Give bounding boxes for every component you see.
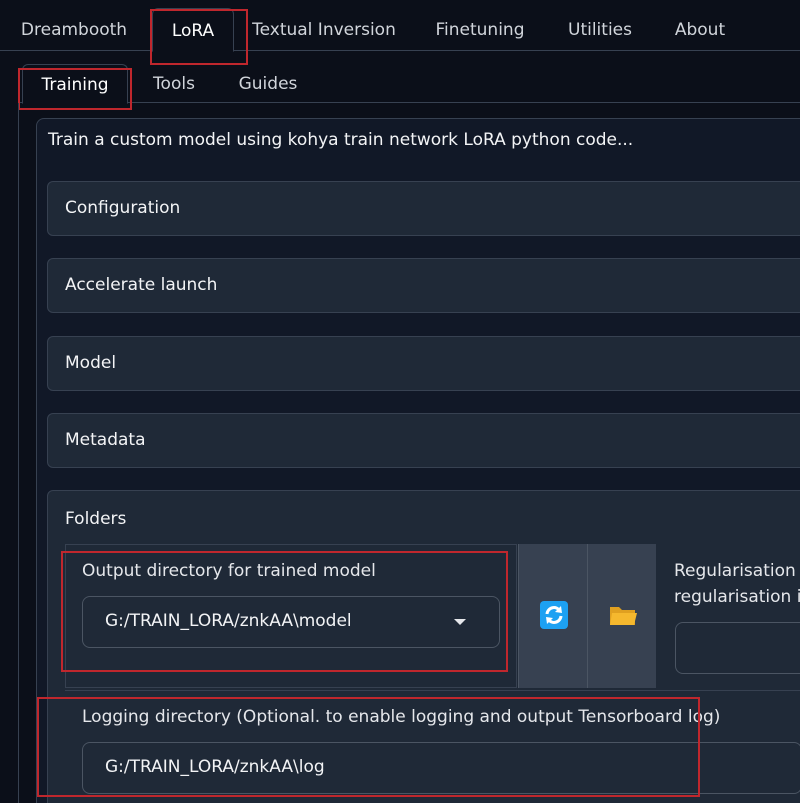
tab-training[interactable]: Training — [22, 64, 128, 104]
main-tab-bar: Dreambooth LoRA Textual Inversion Finetu… — [0, 0, 800, 52]
tab-lora[interactable]: LoRA — [152, 8, 234, 52]
regularisation-label-line2: regularisation ir — [674, 587, 800, 607]
logging-directory-label: Logging directory (Optional. to enable l… — [82, 707, 721, 727]
accordion-label: Model — [65, 353, 117, 373]
output-directory-dropdown[interactable]: G:/TRAIN_LORA/znkAA\model — [82, 596, 500, 648]
tab-guides[interactable]: Guides — [228, 64, 308, 102]
tab-dreambooth[interactable]: Dreambooth — [12, 8, 136, 50]
panel-description: Train a custom model using kohya train n… — [48, 130, 634, 150]
regularisation-directory-input[interactable] — [675, 622, 800, 674]
accordion-accelerate-launch[interactable]: Accelerate launch — [47, 258, 800, 313]
tab-utilities[interactable]: Utilities — [556, 8, 644, 50]
accordion-folders-title[interactable]: Folders — [65, 509, 126, 529]
refresh-button[interactable] — [518, 544, 587, 688]
sub-tab-bar: Training Tools Guides — [18, 58, 800, 104]
accordion-model[interactable]: Model — [47, 336, 800, 391]
output-directory-value: G:/TRAIN_LORA/znkAA\model — [105, 611, 352, 631]
accordion-configuration[interactable]: Configuration — [47, 181, 800, 236]
accordion-metadata[interactable]: Metadata — [47, 413, 800, 468]
tab-textual-inversion[interactable]: Textual Inversion — [248, 8, 400, 50]
accordion-label: Metadata — [65, 430, 146, 450]
chevron-down-icon — [454, 619, 466, 625]
output-directory-label: Output directory for trained model — [82, 561, 376, 581]
logging-directory-input[interactable]: G:/TRAIN_LORA/znkAA\log — [82, 742, 800, 794]
open-folder-button[interactable] — [587, 544, 656, 688]
accordion-label: Accelerate launch — [65, 275, 218, 295]
folder-icon — [610, 607, 637, 625]
refresh-icon — [540, 601, 568, 629]
tab-tools[interactable]: Tools — [142, 64, 206, 102]
app-root: Dreambooth LoRA Textual Inversion Finetu… — [0, 0, 800, 803]
tab-finetuning[interactable]: Finetuning — [424, 8, 536, 50]
accordion-label: Configuration — [65, 198, 181, 218]
tab-about[interactable]: About — [664, 8, 736, 50]
logging-directory-value: G:/TRAIN_LORA/znkAA\log — [105, 757, 325, 777]
regularisation-label-line1: Regularisation d — [674, 561, 800, 581]
